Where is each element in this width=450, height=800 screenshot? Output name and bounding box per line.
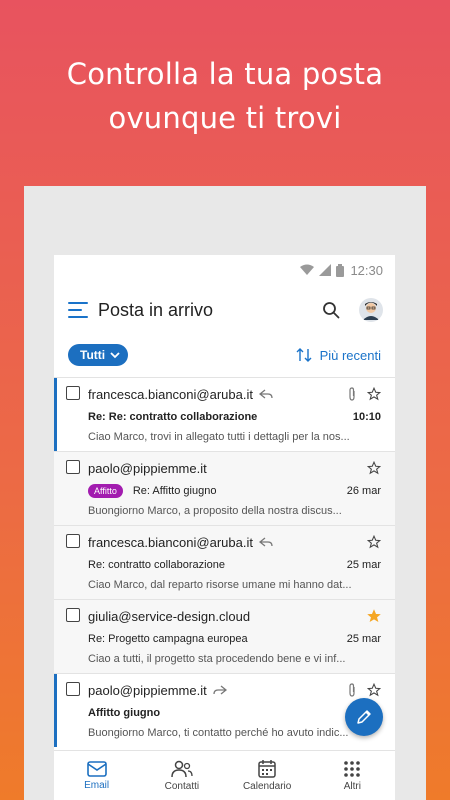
message-date: 25 mar [346,559,381,571]
nav-calendar-label: Calendario [242,780,292,792]
signal-icon [319,264,332,276]
star-filled-icon[interactable] [367,609,381,623]
nav-email-label: Email [84,779,110,791]
grid-dots-icon [344,760,361,777]
message-preview: Ciao Marco, dal reparto risorse umane mi… [88,579,352,591]
message-sender: paolo@pippiemme.it [88,682,207,698]
message-preview: Buongiorno Marco, ti contatto perché ho … [88,727,349,739]
chevron-down-icon [110,352,120,359]
select-checkbox[interactable] [66,682,80,696]
nav-more-label: Altri [343,780,361,792]
message-row[interactable]: paolo@pippiemme.it Affitto Re: Affitto g… [54,451,395,525]
message-sender: francesca.bianconi@aruba.it [88,386,253,402]
nav-contacts[interactable]: Contatti [139,751,224,800]
filter-chip-label: Tutti [80,348,106,362]
message-list: francesca.bianconi@aruba.it Re: Re: cont… [54,377,395,747]
reply-icon [258,389,273,399]
status-time: 12:30 [350,262,383,278]
attachment-icon [349,683,355,697]
message-row[interactable]: francesca.bianconi@aruba.it Re: Re: cont… [54,377,395,451]
message-subject: Re: contratto collaborazione [88,559,225,571]
app-bar: Posta in arrivo [54,285,395,335]
sort-label: Più recenti [319,347,381,363]
avatar[interactable] [359,298,383,322]
message-date: 25 mar [346,633,381,645]
page-title: Posta in arrivo [98,299,214,320]
sort-icon [296,348,312,362]
message-sender: francesca.bianconi@aruba.it [88,534,253,550]
message-date: 10:10 [352,411,381,423]
battery-icon [336,263,345,277]
wifi-icon [300,264,315,275]
message-row[interactable]: giulia@service-design.cloud Re: Progetto… [54,599,395,673]
category-tag: Affitto [88,484,123,498]
search-icon[interactable] [319,298,343,322]
menu-icon[interactable] [68,302,88,318]
star-icon[interactable] [367,461,381,475]
message-subject: Affitto giugno [88,707,161,719]
star-icon[interactable] [367,683,381,697]
nav-more[interactable]: Altri [310,751,395,800]
filter-chip[interactable]: Tutti [68,344,129,366]
attachment-icon [349,387,355,401]
nav-calendar[interactable]: Calendario [225,751,310,800]
select-checkbox[interactable] [66,386,80,400]
message-sender: giulia@service-design.cloud [88,608,251,624]
pencil-icon [357,710,371,724]
filter-bar: Tutti Più recenti [54,335,395,375]
message-row[interactable]: francesca.bianconi@aruba.it Re: contratt… [54,525,395,599]
sort-button[interactable]: Più recenti [296,348,381,363]
unread-indicator [54,378,57,451]
message-subject: Re: Re: contratto collaborazione [88,411,258,423]
select-checkbox[interactable] [66,460,80,474]
select-checkbox[interactable] [66,534,80,548]
compose-button[interactable] [345,698,383,736]
mail-icon [86,760,107,777]
headline-line-1: Controlla la tua posta [66,57,384,91]
promo-headline: Controlla la tua posta ovunque ti trovi [0,52,450,140]
nav-email[interactable]: Email [54,751,139,800]
star-icon[interactable] [367,387,381,401]
reply-icon [258,537,273,547]
message-preview: Ciao a tutti, il progetto sta procedendo… [88,653,346,665]
message-sender: paolo@pippiemme.it [88,460,207,476]
star-icon[interactable] [367,535,381,549]
headline-line-2: ovunque ti trovi [108,101,342,135]
message-subject: Re: Progetto campagna europea [88,633,248,645]
message-preview: Buongiorno Marco, a proposito della nost… [88,505,342,517]
message-date: 26 mar [346,485,381,497]
message-preview: Ciao Marco, trovi in allegato tutti i de… [88,431,350,443]
calendar-icon [258,759,276,778]
message-subject: Re: Affitto giugno [132,485,217,497]
message-row[interactable]: paolo@pippiemme.it Affitto giugno Buongi… [54,673,395,747]
phone-screen: 12:30 Posta in arrivo Tutti Più recenti … [54,255,395,800]
select-checkbox[interactable] [66,608,80,622]
nav-contacts-label: Contatti [164,780,200,792]
forward-icon [213,685,227,695]
unread-indicator [54,674,57,747]
contacts-icon [171,760,193,777]
status-bar: 12:30 [54,255,395,285]
bottom-nav: Email Contatti Calendario Altri [54,750,395,800]
